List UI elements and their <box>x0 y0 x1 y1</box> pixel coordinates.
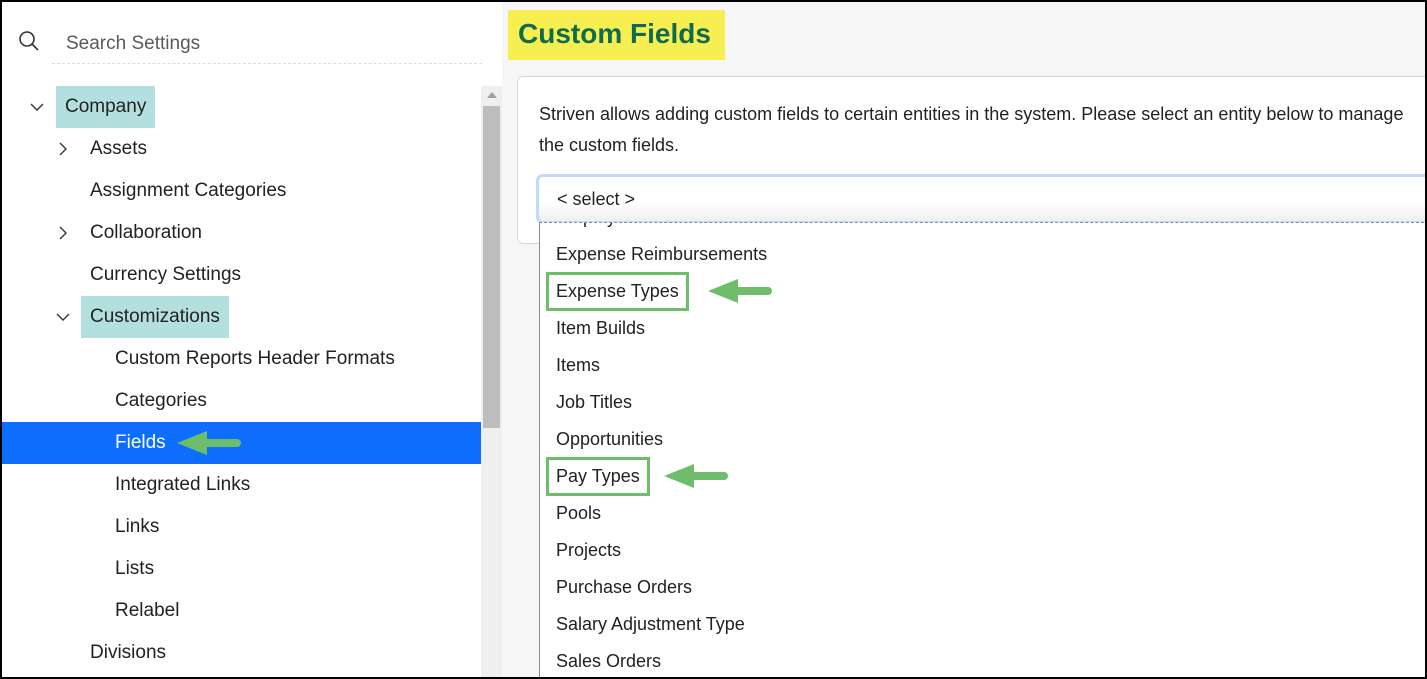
search-icon[interactable] <box>18 30 40 52</box>
tree-item-label: Company <box>56 86 156 128</box>
tree-item-divisions[interactable]: Divisions <box>2 632 481 674</box>
dropdown-option-expense-reimbursements[interactable]: Expense Reimbursements <box>540 236 1425 273</box>
dropdown-option-opportunities[interactable]: Opportunities <box>540 421 1425 458</box>
dropdown-option-sales-orders[interactable]: Sales Orders <box>540 643 1425 677</box>
dropdown-option-partial[interactable]: Employees <box>540 223 1425 236</box>
chevron-right-icon[interactable] <box>56 226 70 240</box>
annotation-arrow-icon <box>664 464 728 488</box>
main-content: Custom Fields Striven allows adding cust… <box>502 2 1425 677</box>
tree-item-custom-reports-header-formats[interactable]: Custom Reports Header Formats <box>2 338 481 380</box>
dropdown-option-item-builds[interactable]: Item Builds <box>540 310 1425 347</box>
option-label: Sales Orders <box>556 651 662 671</box>
tree-item-integrated-links[interactable]: Integrated Links <box>2 464 481 506</box>
dropdown-option-salary-adjustment-type[interactable]: Salary Adjustment Type <box>540 606 1425 643</box>
tree-item-label: Relabel <box>115 600 180 621</box>
tree-item-assets[interactable]: Assets <box>2 128 481 170</box>
sidebar-scrollbar[interactable] <box>481 86 502 677</box>
entity-dropdown-list: Employees Expense Reimbursements Expense T… <box>539 222 1425 677</box>
scroll-up-arrow-icon[interactable] <box>487 92 497 98</box>
option-label: Projects <box>556 540 622 560</box>
tree-item-label: Custom Reports Header Formats <box>115 348 395 369</box>
tree-item-label: Links <box>115 516 160 537</box>
settings-tree: Company Assets Assignment Categories Collab… <box>2 86 481 677</box>
tree-item-label: Currency Settings <box>90 264 242 285</box>
tree-item-collaboration[interactable]: Collaboration <box>2 212 481 254</box>
option-label: Purchase Orders <box>556 577 693 597</box>
search-settings-input[interactable] <box>52 24 482 64</box>
entity-select[interactable]: < select > <box>536 174 1425 224</box>
chevron-down-icon[interactable] <box>56 310 70 324</box>
option-label: Items <box>556 355 601 375</box>
annotation-arrow-icon <box>708 279 772 303</box>
tree-item-lists[interactable]: Lists <box>2 548 481 590</box>
chevron-right-icon[interactable] <box>56 142 70 156</box>
app-window: Company Assets Assignment Categories Collab… <box>2 2 1425 677</box>
option-label: Pay Types <box>546 457 650 496</box>
tree-item-links[interactable]: Links <box>2 506 481 548</box>
tree-item-company[interactable]: Company <box>2 86 481 128</box>
page-title: Custom Fields <box>508 10 725 60</box>
tree-item-fields[interactable]: Fields <box>2 422 481 464</box>
tree-item-label: Integrated Links <box>115 474 251 495</box>
option-label: Opportunities <box>556 429 664 449</box>
option-label: Expense Reimbursements <box>556 244 768 264</box>
option-label: Pools <box>556 503 602 523</box>
dropdown-option-purchase-orders[interactable]: Purchase Orders <box>540 569 1425 606</box>
scrollbar-thumb[interactable] <box>483 106 500 428</box>
dropdown-option-items[interactable]: Items <box>540 347 1425 384</box>
tree-item-label: Lists <box>115 558 155 579</box>
tree-item-currency-settings[interactable]: Currency Settings <box>2 254 481 296</box>
search-row <box>2 2 502 72</box>
tree-item-label: Fields <box>115 432 166 453</box>
tree-item-label: Customizations <box>81 296 229 338</box>
tree-item-label: Assets <box>90 138 148 159</box>
tree-item-label: Divisions <box>90 642 167 663</box>
dropdown-option-expense-types[interactable]: Expense Types <box>540 272 1425 311</box>
tree-item-label: Collaboration <box>90 222 202 243</box>
tree-item-categories[interactable]: Categories <box>2 380 481 422</box>
tree-item-label: Categories <box>115 390 207 411</box>
option-label: Job Titles <box>556 392 633 412</box>
chevron-down-icon[interactable] <box>30 100 44 114</box>
option-label: Salary Adjustment Type <box>556 614 745 634</box>
option-label: Item Builds <box>556 318 646 338</box>
tree-item-relabel[interactable]: Relabel <box>2 590 481 632</box>
tree-item-label: Assignment Categories <box>90 180 287 201</box>
tree-item-assignment-categories[interactable]: Assignment Categories <box>2 170 481 212</box>
settings-sidebar: Company Assets Assignment Categories Collab… <box>2 2 502 677</box>
dropdown-option-job-titles[interactable]: Job Titles <box>540 384 1425 421</box>
dropdown-option-projects[interactable]: Projects <box>540 532 1425 569</box>
annotation-arrow-icon <box>177 431 241 455</box>
option-label: Expense Types <box>546 272 689 311</box>
tree-item-customizations[interactable]: Customizations <box>2 296 481 338</box>
description-text: Striven allows adding custom fields to c… <box>539 104 1404 155</box>
dropdown-option-pools[interactable]: Pools <box>540 495 1425 532</box>
